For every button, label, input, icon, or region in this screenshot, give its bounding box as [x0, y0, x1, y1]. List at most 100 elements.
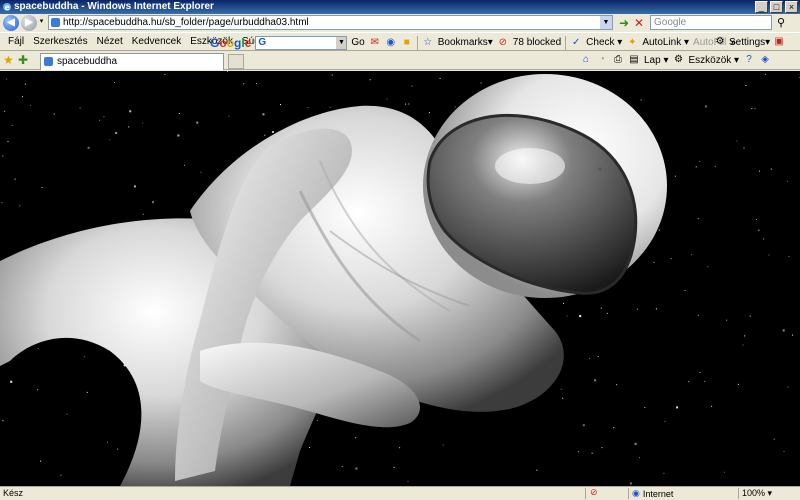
star	[758, 229, 760, 231]
star	[103, 116, 105, 118]
help-icon[interactable]: ?	[743, 54, 755, 66]
status-bar: Kész ⊘ ◉ Internet 100% ▾	[0, 486, 800, 500]
star	[749, 315, 751, 317]
svg-text:e: e	[5, 3, 11, 12]
page-menu[interactable]: Lap ▾	[644, 55, 668, 66]
news-icon[interactable]: ✉	[369, 37, 381, 49]
maximize-button[interactable]: □	[770, 1, 783, 13]
star	[639, 457, 640, 459]
search-icon[interactable]: ⚲	[774, 16, 788, 30]
globe-icon[interactable]: ◉	[385, 37, 397, 49]
star	[355, 437, 357, 439]
search-input[interactable]: Google	[650, 15, 772, 30]
page-icon: ▤	[629, 54, 639, 65]
print-icon[interactable]: ⎙	[612, 54, 624, 66]
star	[109, 139, 111, 141]
address-url: http://spacebuddha.hu/sb_folder/page/urb…	[63, 17, 309, 28]
menu-view[interactable]: Nézet	[97, 36, 123, 47]
tools-menu[interactable]: Eszközök ▾	[688, 55, 739, 66]
forward-button[interactable]: ▶	[21, 15, 37, 31]
favorites-star-icon[interactable]: ★	[3, 53, 14, 67]
star	[629, 482, 632, 485]
star	[142, 213, 144, 215]
star	[341, 466, 343, 468]
star	[788, 255, 790, 257]
close-button[interactable]: ×	[785, 1, 798, 13]
menu-toolbar-row: Fájl Szerkesztés Nézet Kedvencek Eszközö…	[0, 32, 800, 51]
check-button[interactable]: Check ▾	[586, 37, 622, 48]
back-button[interactable]: ◀	[3, 15, 19, 31]
tab-row: ★ ✚ spacebuddha ⌂ ◔ ⎙ ▤ Lap ▾ ⚙ Eszközök…	[0, 51, 800, 70]
star	[439, 77, 441, 79]
settings-button[interactable]: Settings▾	[729, 37, 770, 48]
star	[355, 467, 358, 470]
popup-blocked-count[interactable]: 78 blocked	[513, 37, 561, 48]
star	[10, 380, 13, 383]
star	[37, 389, 39, 391]
star	[754, 108, 756, 110]
tab-spacebuddha[interactable]: spacebuddha	[40, 53, 224, 70]
menu-edit[interactable]: Szerkesztés	[33, 36, 87, 47]
google-search-input[interactable]: G ▼	[255, 35, 348, 50]
star	[1, 202, 3, 204]
star	[688, 381, 690, 383]
star	[114, 82, 115, 83]
star	[53, 113, 55, 115]
star	[79, 107, 81, 109]
home-icon[interactable]: ⌂	[580, 54, 592, 66]
menu-favorites[interactable]: Kedvencek	[132, 36, 181, 47]
star	[736, 140, 738, 142]
star	[264, 134, 266, 136]
star	[243, 83, 245, 85]
autolink-button[interactable]: AutoLink ▾	[642, 37, 689, 48]
star	[24, 83, 26, 85]
star	[616, 384, 618, 386]
star	[178, 113, 180, 114]
window-title: spacebuddha - Windows Internet Explorer	[14, 1, 214, 12]
gear-icon: ⚙	[715, 36, 725, 47]
star	[670, 258, 672, 260]
star	[676, 406, 679, 409]
separator	[416, 35, 418, 50]
options-icon[interactable]: ▣	[773, 36, 785, 48]
star-icon[interactable]: ☆	[422, 37, 434, 49]
star	[579, 315, 582, 318]
star	[714, 166, 716, 167]
address-bar[interactable]: http://spacebuddha.hu/sb_folder/page/urb…	[48, 15, 613, 30]
minimize-button[interactable]: _	[755, 1, 768, 13]
security-zone[interactable]: ◉ Internet	[632, 488, 673, 499]
star	[765, 73, 767, 75]
star	[6, 78, 8, 80]
star	[164, 73, 166, 75]
star	[83, 356, 85, 358]
star	[695, 166, 697, 168]
star	[86, 391, 88, 393]
star	[699, 160, 701, 162]
star	[751, 108, 753, 110]
history-dropdown[interactable]: ▾	[37, 18, 46, 28]
command-bar: ⌂ ◔ ⎙ ▤ Lap ▾ ⚙ Eszközök ▾ ? ◈	[580, 54, 771, 66]
bookmarks-button[interactable]: Bookmarks▾	[438, 37, 493, 48]
page-icon	[51, 18, 60, 27]
add-favorite-icon[interactable]: ✚	[18, 53, 28, 67]
research-icon[interactable]: ◈	[759, 54, 771, 66]
separator	[565, 35, 567, 50]
stop-button[interactable]: ✕	[632, 16, 646, 30]
star	[442, 444, 444, 446]
menu-file[interactable]: Fájl	[8, 36, 24, 47]
star	[759, 170, 760, 172]
new-tab-button[interactable]	[228, 54, 244, 69]
feeds-icon[interactable]: ◔	[596, 54, 608, 66]
zoom-level[interactable]: 100% ▾	[742, 488, 772, 499]
star	[704, 105, 707, 108]
address-dropdown[interactable]: ▼	[600, 16, 612, 29]
star	[589, 357, 591, 359]
page-rank-icon[interactable]: ■	[401, 37, 413, 49]
page-content	[0, 71, 800, 486]
star	[142, 122, 144, 124]
star	[280, 104, 281, 105]
google-go-button[interactable]: Go	[351, 37, 364, 48]
star	[369, 79, 371, 81]
refresh-button[interactable]: ➜	[617, 16, 631, 30]
star	[743, 147, 745, 149]
